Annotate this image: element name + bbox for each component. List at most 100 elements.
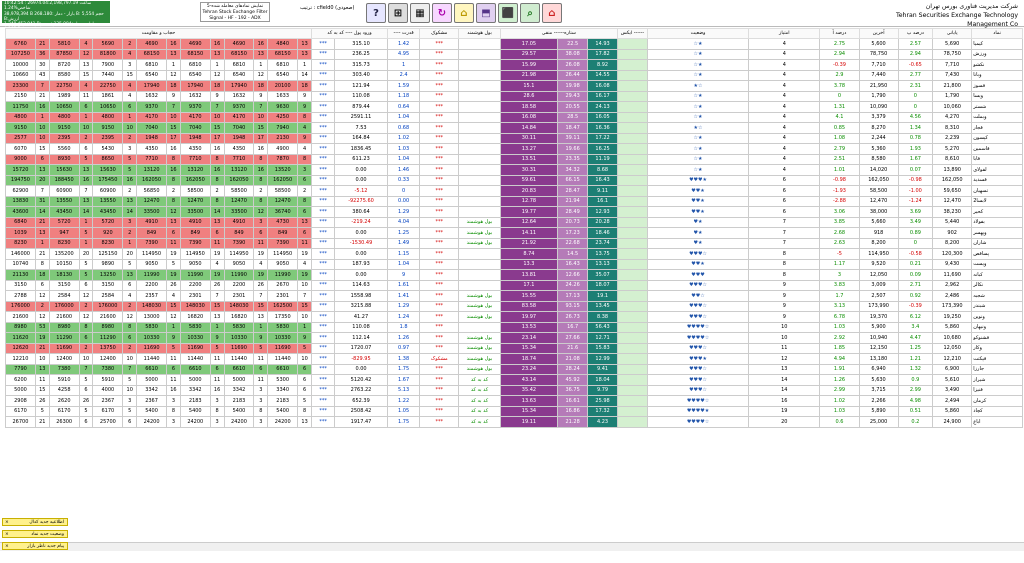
table-cell: ورزش [971, 48, 1023, 60]
table-row[interactable]: 194750 20 188450 16 175450 16 162050 8 162050 8 16… [5, 174, 1023, 186]
table-cell: 2620 [48, 395, 80, 407]
table-cell: 2.99 [819, 384, 860, 396]
notice-status[interactable]: × وضعیت جدید نماد [2, 530, 68, 538]
table-row[interactable]: 8230 1 8230 1 8230 1 7390 11 7390 11 7390 11 7390 11 *… [5, 237, 1023, 249]
table-cell: 6840 [5, 216, 36, 228]
table-row[interactable]: 6170 5 6170 5 6170 5 5400 8 5400 8 5400 8 5400 8 *** 25… [5, 405, 1023, 417]
table-row[interactable]: 10660 43 8580 15 7440 15 6540 12 6540 12 6540 12 654… [5, 69, 1023, 81]
table-row[interactable]: 10740 8 10150 5 9890 5 9050 5 9050 4 9050 4 9050 4 ***… [5, 258, 1023, 270]
table-row[interactable]: 15720 13 15630 13 15630 5 13120 16 13120 16 13120 1… [5, 164, 1023, 176]
table-row[interactable]: 12620 21 11690 2 13750 2 11690 5 11690 5 11690 5 116… [5, 342, 1023, 354]
col-header-suspicious[interactable]: مشکوک [419, 28, 460, 39]
table-row[interactable]: 107250 36 87850 12 81800 4 68150 13 68150 13 68150… [5, 48, 1023, 60]
col-header-stars[interactable]: ستاره------ منفی [499, 28, 619, 39]
col-header-x[interactable]: ایکس ------ [617, 28, 648, 39]
table-row[interactable]: 11750 16 10650 6 10650 6 9370 7 9370 7 9370 7 9630 9 *… [5, 101, 1023, 113]
home-button[interactable]: ⌂ [542, 3, 562, 23]
table-row[interactable]: 8980 53 8980 8 8980 8 5830 1 5830 1 5830 1 5830 1 *** 1… [5, 321, 1023, 333]
table-cell: وکار [971, 342, 1023, 354]
table-row[interactable]: 10000 30 8720 13 7900 3 6810 1 6810 1 6810 1 6810 1 **… [5, 59, 1023, 71]
table-row[interactable]: 2150 21 1989 11 1861 4 1632 9 1632 9 1632 9 1633 9 ***… [5, 90, 1023, 102]
close-icon[interactable]: × [5, 543, 9, 551]
table-row[interactable]: 6070 15 5560 6 5430 3 4350 16 4350 16 4350 16 4900 4 *… [5, 143, 1023, 155]
filter-info[interactable]: 5-نمایش نمادهای معامله شده Tehran Stock … [200, 2, 270, 22]
table-row[interactable]: 146000 21 135200 20 125150 20 114950 19 114950 19… [5, 248, 1023, 260]
table-row[interactable]: 2577 10 2395 2 2395 2 1948 17 1948 17 1948 17 2130 9 *… [5, 132, 1023, 144]
table-row[interactable]: 11620 19 11290 6 11290 6 10330 9 10330 9 10330 9 103… [5, 332, 1023, 344]
table-row[interactable]: 176000 2 176000 2 176000 2 148030 15 148030 15 148… [5, 300, 1023, 312]
refresh-button[interactable]: ↻ [432, 3, 452, 23]
table-button[interactable]: ▦ [410, 3, 430, 23]
color-button[interactable]: ⬛ [498, 3, 518, 23]
table-cell: 11 [34, 374, 50, 386]
table-cell: 28.6 [499, 90, 559, 102]
col-header-lastpct[interactable]: درصد آ [819, 28, 860, 39]
col-header-last[interactable]: آخرین [858, 28, 899, 39]
table-cell: 5 [78, 153, 94, 165]
table-row[interactable]: 3150 6 3150 6 3150 6 2200 26 2200 26 2200 26 2670 10 *… [5, 279, 1023, 291]
table-cell: 0.00 [334, 248, 388, 260]
table-cell: 38.08 [557, 48, 589, 60]
table-cell: 4 [748, 164, 821, 176]
col-header-close[interactable]: پایانی [932, 28, 973, 39]
col-header-status[interactable]: وضعیت [646, 28, 750, 39]
table-row[interactable]: 12210 10 12400 10 12400 10 11440 11 11440 11 11440… [5, 353, 1023, 365]
table-cell: 33500 [136, 206, 168, 218]
table-cell: 0 [897, 237, 934, 249]
table-row[interactable]: 6840 21 5720 1 5720 3 4910 13 4910 13 4910 3 4730 13 *… [5, 216, 1023, 228]
table-cell: 1948 [223, 132, 255, 144]
table-row[interactable]: 7790 13 7380 7 7380 7 6610 6 6610 6 6610 6 6610 6 *** 0… [5, 363, 1023, 375]
table-row[interactable]: 62900 7 60900 7 60900 2 56850 2 58500 2 58500 2 5850… [5, 185, 1023, 197]
table-cell: *** [419, 132, 460, 144]
grid-button[interactable]: ⊞ [388, 3, 408, 23]
table-cell: 2.99 [897, 384, 934, 396]
table-cell: 12 [209, 69, 225, 81]
table-cell: *** [419, 342, 460, 354]
scrollbar[interactable] [0, 542, 1024, 551]
table-cell: 4,270 [932, 111, 973, 123]
bookmark-button[interactable]: ⌂ [454, 3, 474, 23]
table-row[interactable]: 21130 18 18130 5 13250 13 11990 19 11990 19 11990 1… [5, 269, 1023, 281]
table-row[interactable]: 43600 14 43450 14 43450 14 33500 12 33500 14 33500… [5, 206, 1023, 218]
table-cell: 6 [34, 279, 50, 291]
col-header-score[interactable]: امتیاز [748, 28, 821, 39]
col-header-symbol[interactable]: نماد [971, 28, 1023, 39]
table-cell: 4 [253, 258, 269, 270]
table-row[interactable]: 5000 15 4258 6 4000 10 3342 16 3342 16 3342 3 3340 6 *… [5, 384, 1023, 396]
table-cell: 36740 [267, 206, 299, 218]
table-cell: 6810 [223, 59, 255, 71]
table-row[interactable]: 6760 21 5810 4 5690 2 4690 16 4690 16 4690 16 4840 13… [5, 38, 1023, 50]
col-header-smart[interactable]: بول هوشمند [458, 28, 501, 39]
table-row[interactable]: 21600 12 21600 12 21600 12 13000 12 16820 13 16820… [5, 311, 1023, 323]
col-header-entry[interactable]: ورود پول ---- کد به کد [311, 28, 388, 39]
search-button[interactable]: ⌕ [520, 3, 540, 23]
table-cell: 2.94 [897, 48, 934, 60]
close-icon[interactable]: × [5, 519, 9, 527]
table-row[interactable]: 2908 26 2620 26 2367 3 2367 3 2183 3 2183 3 2183 5 ***… [5, 395, 1023, 407]
table-cell: 1.61 [386, 279, 421, 291]
table-cell: 13.45 [587, 300, 619, 312]
table-row[interactable]: 9000 6 8930 5 8650 5 7710 8 7710 8 7710 8 7870 8 *** 61… [5, 153, 1023, 165]
table-cell: ♥♥♥☆ [646, 311, 750, 323]
table-cell: 8 [253, 153, 269, 165]
help-button[interactable]: ? [366, 3, 386, 23]
table-row[interactable]: 9150 10 9150 10 9150 10 7040 15 7040 15 7040 15 7940… [5, 122, 1023, 134]
table-cell: 2357 [136, 290, 168, 302]
table-row[interactable]: 2788 12 2584 12 2584 4 2357 4 2301 7 2301 7 2301 7 ***… [5, 290, 1023, 302]
table-cell: -2.88 [819, 195, 860, 207]
table-cell [617, 143, 648, 155]
table-row[interactable]: 26700 21 26300 6 25700 6 24200 3 24200 3 24200 3 242… [5, 416, 1023, 428]
notice-supervisor[interactable]: × پیام جدید ناظر بازار [2, 542, 68, 550]
notice-codal[interactable]: × اطلاعیه جدید کدال [2, 518, 68, 526]
close-icon[interactable]: × [5, 531, 9, 539]
table-row[interactable]: 4800 1 4800 1 4800 1 4170 10 4170 10 4170 10 4250 8 **… [5, 111, 1023, 123]
table-row[interactable]: 6200 11 5910 5 5910 5 5000 11 5000 11 5000 11 5300 6 *… [5, 374, 1023, 386]
col-header-power[interactable]: ---- قدرت [386, 28, 421, 39]
table-row[interactable]: 13830 31 13550 13 13550 13 12470 8 12470 8 12470 8 1… [5, 195, 1023, 207]
layout-button[interactable]: ⬒ [476, 3, 496, 23]
col-header-closepct[interactable]: درصد پ [897, 28, 934, 39]
table-row[interactable]: 1039 13 947 5 920 2 849 6 849 6 849 6 849 6 *** 0.00 1.2… [5, 227, 1023, 239]
table-cell: 5000 [179, 374, 211, 386]
table-row[interactable]: 23300 7 22750 4 22750 4 17940 18 17940 18 17940 18 2… [5, 80, 1023, 92]
col-header-supres[interactable]: حجاب و مقاومت [4, 28, 313, 39]
